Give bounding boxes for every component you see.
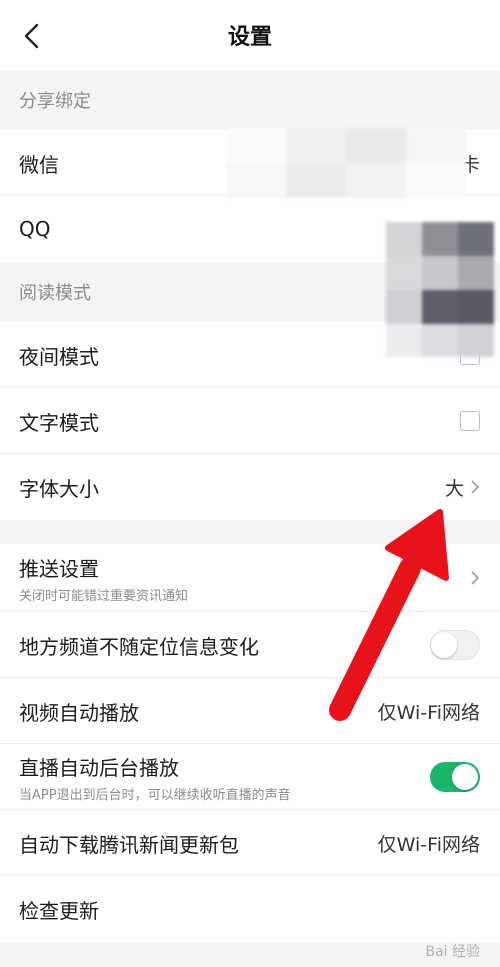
check-update-row[interactable]: 检查更新 — [0, 876, 500, 942]
auto-download-value: 仅Wi-Fi网络 — [377, 833, 480, 856]
text-mode-row[interactable]: 文字模式 — [0, 388, 500, 454]
privacy-mosaic — [386, 222, 494, 357]
live-background-toggle[interactable] — [430, 762, 480, 792]
video-autoplay-value: 仅Wi-Fi网络 — [377, 701, 480, 724]
back-button[interactable] — [14, 18, 50, 54]
chevron-left-icon — [24, 23, 39, 49]
chevron-right-icon — [471, 480, 480, 494]
privacy-mosaic — [226, 128, 466, 198]
live-background-row: 直播自动后台播放 当APP退出到后台时，可以继续收听直播的声音 — [0, 744, 500, 810]
live-background-label: 直播自动后台播放 — [19, 755, 179, 780]
auto-download-row[interactable]: 自动下载腾讯新闻更新包 仅Wi-Fi网络 — [0, 810, 500, 876]
font-size-value: 大 — [444, 477, 464, 500]
chevron-right-icon — [471, 571, 480, 585]
wechat-label: 微信 — [19, 152, 59, 177]
push-settings-sub: 关闭时可能错过重要资讯通知 — [19, 588, 189, 604]
auto-download-label: 自动下载腾讯新闻更新包 — [19, 832, 239, 857]
watermark: Bai 经验 — [425, 944, 480, 960]
local-channel-toggle[interactable] — [430, 630, 480, 660]
font-size-label: 字体大小 — [19, 476, 99, 501]
push-settings-row[interactable]: 推送设置 关闭时可能错过重要资讯通知 — [0, 544, 500, 612]
text-mode-checkbox[interactable] — [460, 411, 480, 431]
push-settings-label: 推送设置 — [19, 556, 99, 581]
qq-label: QQ — [19, 217, 51, 241]
font-size-row[interactable]: 字体大小 大 — [0, 454, 500, 520]
top-bar: 设置 — [0, 0, 500, 70]
local-channel-row: 地方频道不随定位信息变化 — [0, 612, 500, 678]
live-background-sub: 当APP退出到后台时，可以继续收听直播的声音 — [19, 787, 291, 803]
night-mode-label: 夜间模式 — [19, 344, 99, 369]
text-mode-label: 文字模式 — [19, 410, 99, 435]
video-autoplay-row[interactable]: 视频自动播放 仅Wi-Fi网络 — [0, 678, 500, 744]
page-title: 设置 — [227, 25, 272, 50]
local-channel-label: 地方频道不随定位信息变化 — [19, 634, 259, 659]
check-update-label: 检查更新 — [19, 898, 99, 923]
section-header-share: 分享绑定 — [0, 70, 500, 130]
video-autoplay-label: 视频自动播放 — [19, 700, 139, 725]
